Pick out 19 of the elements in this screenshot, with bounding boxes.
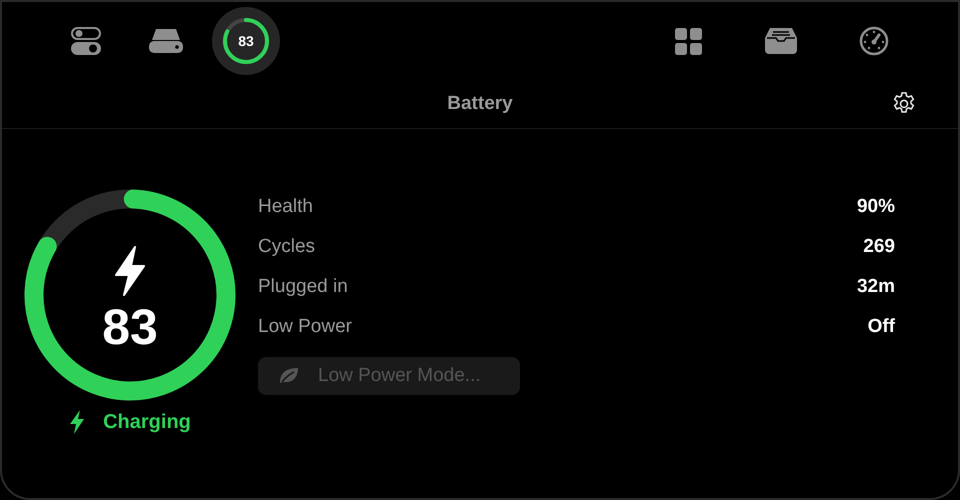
leaf-icon [278, 367, 300, 385]
gauge-icon [859, 26, 889, 56]
window-title: Battery [447, 92, 513, 116]
toggles-icon [71, 27, 101, 55]
tray-icon [764, 27, 798, 55]
stat-label: Health [258, 194, 313, 219]
bolt-icon [69, 410, 86, 434]
stat-value: 32m [856, 274, 895, 299]
drive-icon [149, 28, 183, 54]
stat-value: 90% [856, 194, 895, 219]
charging-status: Charging [103, 410, 191, 435]
battery-percent: 83 [102, 302, 158, 352]
stat-label: Low Power [258, 314, 352, 339]
grid-icon [674, 28, 702, 54]
battery-tab[interactable]: 83 [212, 7, 280, 75]
stat-label: Plugged in [258, 274, 348, 299]
stat-value: 269 [863, 234, 895, 259]
stat-value: Off [868, 314, 895, 339]
stat-label: Cycles [258, 234, 316, 259]
